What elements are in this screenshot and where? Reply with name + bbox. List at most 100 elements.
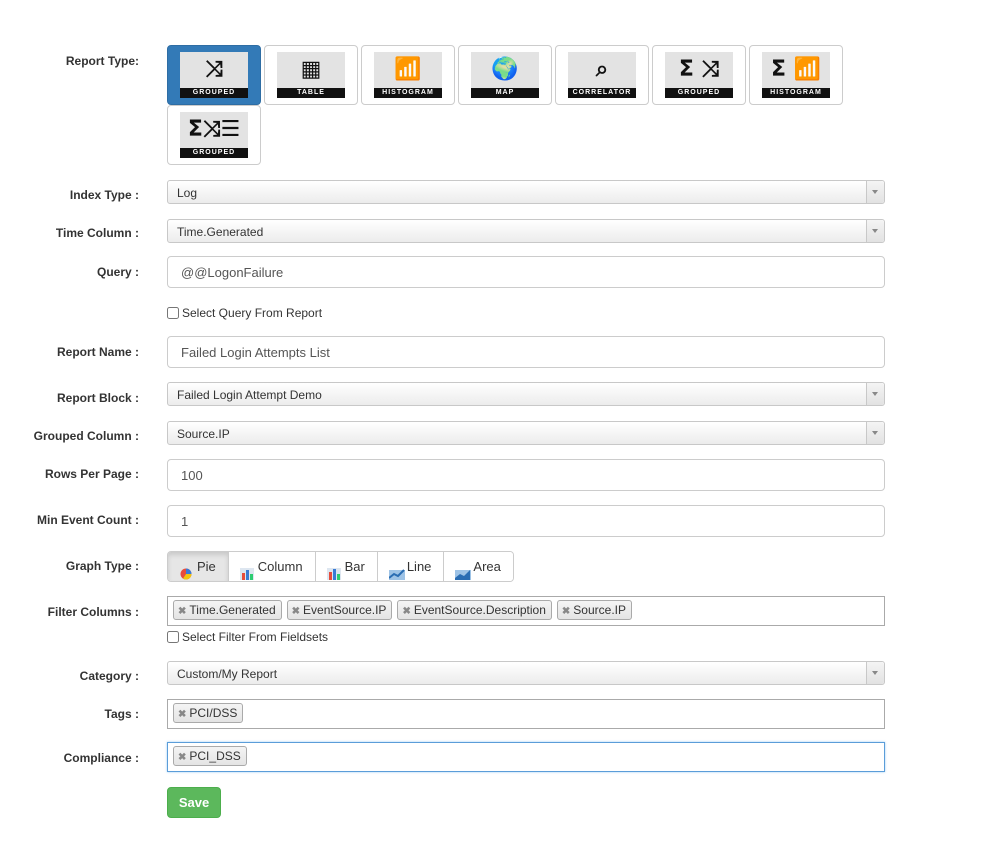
time-column-label: Time Column :	[55, 226, 139, 240]
category-label: Category :	[79, 669, 139, 683]
report-type-glyph: ▦	[300, 57, 322, 82]
report-type-caption: MAP	[471, 88, 539, 98]
query-value: @@LogonFailure	[181, 265, 284, 280]
chevron-down-icon[interactable]	[866, 422, 884, 444]
tag-chip: ✖ EventSource.Description	[397, 600, 552, 620]
graph-type-pie-button[interactable]: Pie	[168, 552, 229, 581]
remove-tag-icon[interactable]: ✖	[402, 606, 410, 617]
area-chart-icon	[455, 561, 472, 580]
report-type-glyph: ⌕	[595, 57, 609, 82]
select-query-from-report[interactable]: Select Query From Report	[167, 306, 322, 320]
chevron-down-icon[interactable]	[866, 662, 884, 684]
report-name-label: Report Name :	[56, 345, 139, 359]
tag-label: Time.Generated	[189, 603, 276, 617]
tag-chip: ✖ EventSource.IP	[286, 600, 393, 620]
query-label: Query :	[96, 265, 139, 279]
correlator-icon: ⌕ CORRELATOR	[568, 52, 636, 98]
select-query-label: Select Query From Report	[182, 306, 323, 320]
time-column-select[interactable]: Time.Generated	[167, 219, 885, 243]
report-type-option-histogram-6[interactable]: Σ 📶 HISTOGRAM	[749, 45, 843, 105]
report-type-caption: GROUPED	[180, 88, 248, 98]
tag-chip: ✖ Time.Generated	[173, 600, 282, 620]
save-button[interactable]: Save	[167, 787, 221, 818]
tag-label: PCI/DSS	[189, 706, 238, 720]
graph-type-column-button[interactable]: Column	[228, 552, 316, 581]
graph-type-line-button[interactable]: Line	[377, 552, 445, 581]
select-query-checkbox[interactable]	[167, 307, 179, 319]
select-filter-checkbox[interactable]	[167, 631, 179, 643]
tag-chip: ✖ Source.IP	[556, 600, 632, 620]
grouped-column-value: Source.IP	[177, 427, 230, 441]
graph-type-bar-button[interactable]: Bar	[315, 552, 378, 581]
select-filter-label: Select Filter From Fieldsets	[182, 630, 329, 644]
query-input[interactable]: @@LogonFailure	[167, 256, 885, 288]
tag-label: PCI_DSS	[189, 749, 241, 763]
tags-input[interactable]: ✖ PCI/DSS	[167, 699, 885, 729]
report-type-option-table-1[interactable]: ▦ TABLE	[264, 45, 358, 105]
histogram-icon: 📶 HISTOGRAM	[374, 52, 442, 98]
report-type-option-grouped-7[interactable]: Σ⤨☰ GROUPED	[167, 105, 261, 165]
grouped-column-label: Grouped Column :	[33, 429, 139, 443]
report-type-glyph: 📶	[394, 57, 422, 82]
compliance-input[interactable]: ✖ PCI_DSS	[167, 742, 885, 772]
graph-type-label-text: Bar	[344, 559, 365, 574]
rows-per-page-label: Rows Per Page :	[44, 467, 139, 481]
report-type-caption: HISTOGRAM	[762, 88, 830, 98]
report-type-caption: HISTOGRAM	[374, 88, 442, 98]
report-type-caption: TABLE	[277, 88, 345, 98]
report-type-label: Report Type:	[65, 54, 139, 68]
report-name-value: Failed Login Attempts List	[181, 345, 330, 360]
index-type-select[interactable]: Log	[167, 180, 885, 204]
remove-tag-icon[interactable]: ✖	[562, 606, 570, 617]
graph-type-label-text: Pie	[197, 559, 216, 574]
index-type-label: Index Type :	[69, 188, 139, 202]
tags-label: Tags :	[104, 707, 139, 721]
report-name-input[interactable]: Failed Login Attempts List	[167, 336, 885, 368]
report-type-glyph: ⤨	[205, 57, 223, 82]
rows-per-page-value: 100	[181, 468, 203, 483]
grouped-column-select[interactable]: Source.IP	[167, 421, 885, 445]
pie-chart-icon	[179, 561, 193, 579]
chevron-down-icon[interactable]	[866, 181, 884, 203]
chevron-down-icon[interactable]	[866, 383, 884, 405]
index-type-value: Log	[177, 186, 198, 200]
compliance-label: Compliance :	[63, 751, 139, 765]
min-event-count-input[interactable]: 1	[167, 505, 885, 537]
report-type-caption: GROUPED	[180, 148, 248, 158]
filter-columns-label: Filter Columns :	[47, 605, 139, 619]
sum-histogram-icon: Σ 📶 HISTOGRAM	[762, 52, 830, 98]
remove-tag-icon[interactable]: ✖	[178, 709, 186, 720]
report-type-option-grouped-0[interactable]: ⤨ GROUPED	[167, 45, 261, 105]
sum-grouped-icon: Σ ⤨ GROUPED	[665, 52, 733, 98]
line-chart-icon	[388, 561, 405, 580]
remove-tag-icon[interactable]: ✖	[292, 606, 300, 617]
min-event-count-value: 1	[181, 514, 189, 529]
report-type-caption: CORRELATOR	[568, 88, 636, 98]
min-event-count-label: Min Event Count :	[37, 513, 139, 527]
rows-per-page-input[interactable]: 100	[167, 459, 885, 491]
report-type-glyph: Σ⤨☰	[187, 117, 241, 142]
chevron-down-icon[interactable]	[866, 220, 884, 242]
remove-tag-icon[interactable]: ✖	[178, 752, 186, 763]
category-select[interactable]: Custom/My Report	[167, 661, 885, 685]
report-type-glyph: Σ 📶	[770, 57, 822, 82]
tag-chip: ✖ PCI/DSS	[173, 703, 244, 723]
graph-type-area-button[interactable]: Area	[444, 552, 513, 581]
tag-label: Source.IP	[573, 603, 626, 617]
report-type-option-grouped-5[interactable]: Σ ⤨ GROUPED	[652, 45, 746, 105]
bar-chart-icon	[326, 561, 341, 580]
report-block-label: Report Block :	[56, 391, 139, 405]
select-filter-from-fieldsets[interactable]: Select Filter From Fieldsets	[167, 630, 328, 644]
report-block-select[interactable]: Failed Login Attempt Demo	[167, 382, 885, 406]
table-icon: ▦ TABLE	[277, 52, 345, 98]
report-type-option-map-3[interactable]: 🌍 MAP	[458, 45, 552, 105]
filter-columns-input[interactable]: ✖ Time.Generated ✖ EventSource.IP ✖ EventSour…	[167, 596, 885, 626]
report-type-option-correlator-4[interactable]: ⌕ CORRELATOR	[555, 45, 649, 105]
report-type-option-histogram-2[interactable]: 📶 HISTOGRAM	[361, 45, 455, 105]
graph-type-label-text: Column	[257, 559, 303, 574]
graph-type-label-text: Line	[406, 559, 432, 574]
graph-type-group: Pie Column Bar Line Area	[167, 551, 514, 582]
tag-chip: ✖ PCI_DSS	[173, 746, 247, 766]
graph-type-label-text: Area	[473, 559, 501, 574]
remove-tag-icon[interactable]: ✖	[178, 606, 186, 617]
